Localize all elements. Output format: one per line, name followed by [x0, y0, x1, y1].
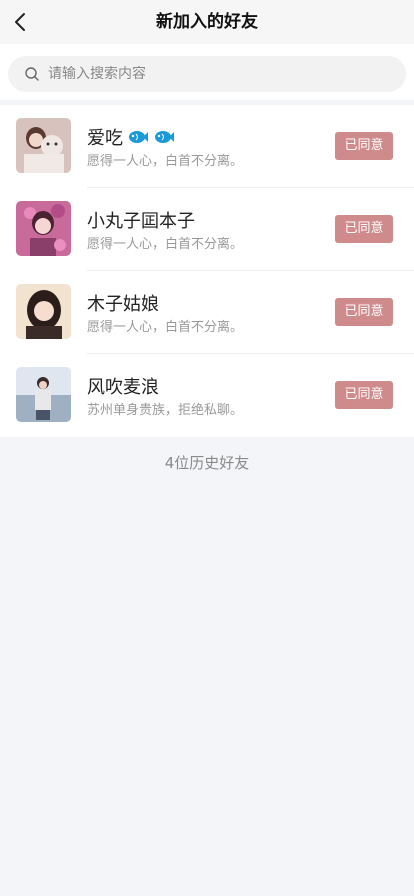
- fish-icon: [127, 128, 149, 146]
- top-bar: 新加入的好友: [0, 0, 414, 44]
- friend-name: 小丸子囸本子: [87, 211, 195, 232]
- avatar[interactable]: [16, 367, 71, 422]
- avatar[interactable]: [16, 201, 71, 256]
- agreed-button[interactable]: 已同意: [335, 298, 393, 326]
- friend-signature: 愿得一人心，白首不分离。: [87, 320, 244, 335]
- friend-signature: 苏州单身贵族，拒绝私聊。: [87, 403, 244, 418]
- name-line: 风吹麦浪: [87, 373, 159, 399]
- avatar[interactable]: [16, 284, 71, 339]
- friend-name: 木子姑娘: [87, 294, 159, 315]
- search-icon: [24, 66, 40, 82]
- friend-row[interactable]: 木子姑娘 愿得一人心，白首不分离。 已同意: [0, 271, 414, 354]
- history-friends-label[interactable]: 4位历史好友: [0, 452, 414, 473]
- fish-icon: [153, 128, 175, 146]
- search-bar[interactable]: [8, 56, 406, 92]
- search-input[interactable]: [48, 66, 368, 82]
- name-line: 爱吃: [87, 124, 175, 150]
- page-title: 新加入的好友: [156, 12, 258, 32]
- friend-list: 爱吃 愿得一人心，白首不分离。 已同意 小丸子囸本子 愿得一人心，白首不分离。 …: [0, 105, 414, 437]
- agreed-button[interactable]: 已同意: [335, 381, 393, 409]
- name-line: 小丸子囸本子: [87, 207, 195, 233]
- friend-signature: 愿得一人心，白首不分离。: [87, 237, 244, 252]
- friend-name: 风吹麦浪: [87, 377, 159, 398]
- friend-row[interactable]: 风吹麦浪 苏州单身贵族，拒绝私聊。 已同意: [0, 354, 414, 437]
- avatar[interactable]: [16, 118, 71, 173]
- name-line: 木子姑娘: [87, 290, 159, 316]
- friend-row[interactable]: 小丸子囸本子 愿得一人心，白首不分离。 已同意: [0, 188, 414, 271]
- friend-signature: 愿得一人心，白首不分离。: [87, 154, 244, 169]
- friend-name: 爱吃: [87, 128, 123, 149]
- agreed-button[interactable]: 已同意: [335, 215, 393, 243]
- agreed-button[interactable]: 已同意: [335, 132, 393, 160]
- search-section: [0, 44, 414, 102]
- friend-row[interactable]: 爱吃 愿得一人心，白首不分离。 已同意: [0, 105, 414, 188]
